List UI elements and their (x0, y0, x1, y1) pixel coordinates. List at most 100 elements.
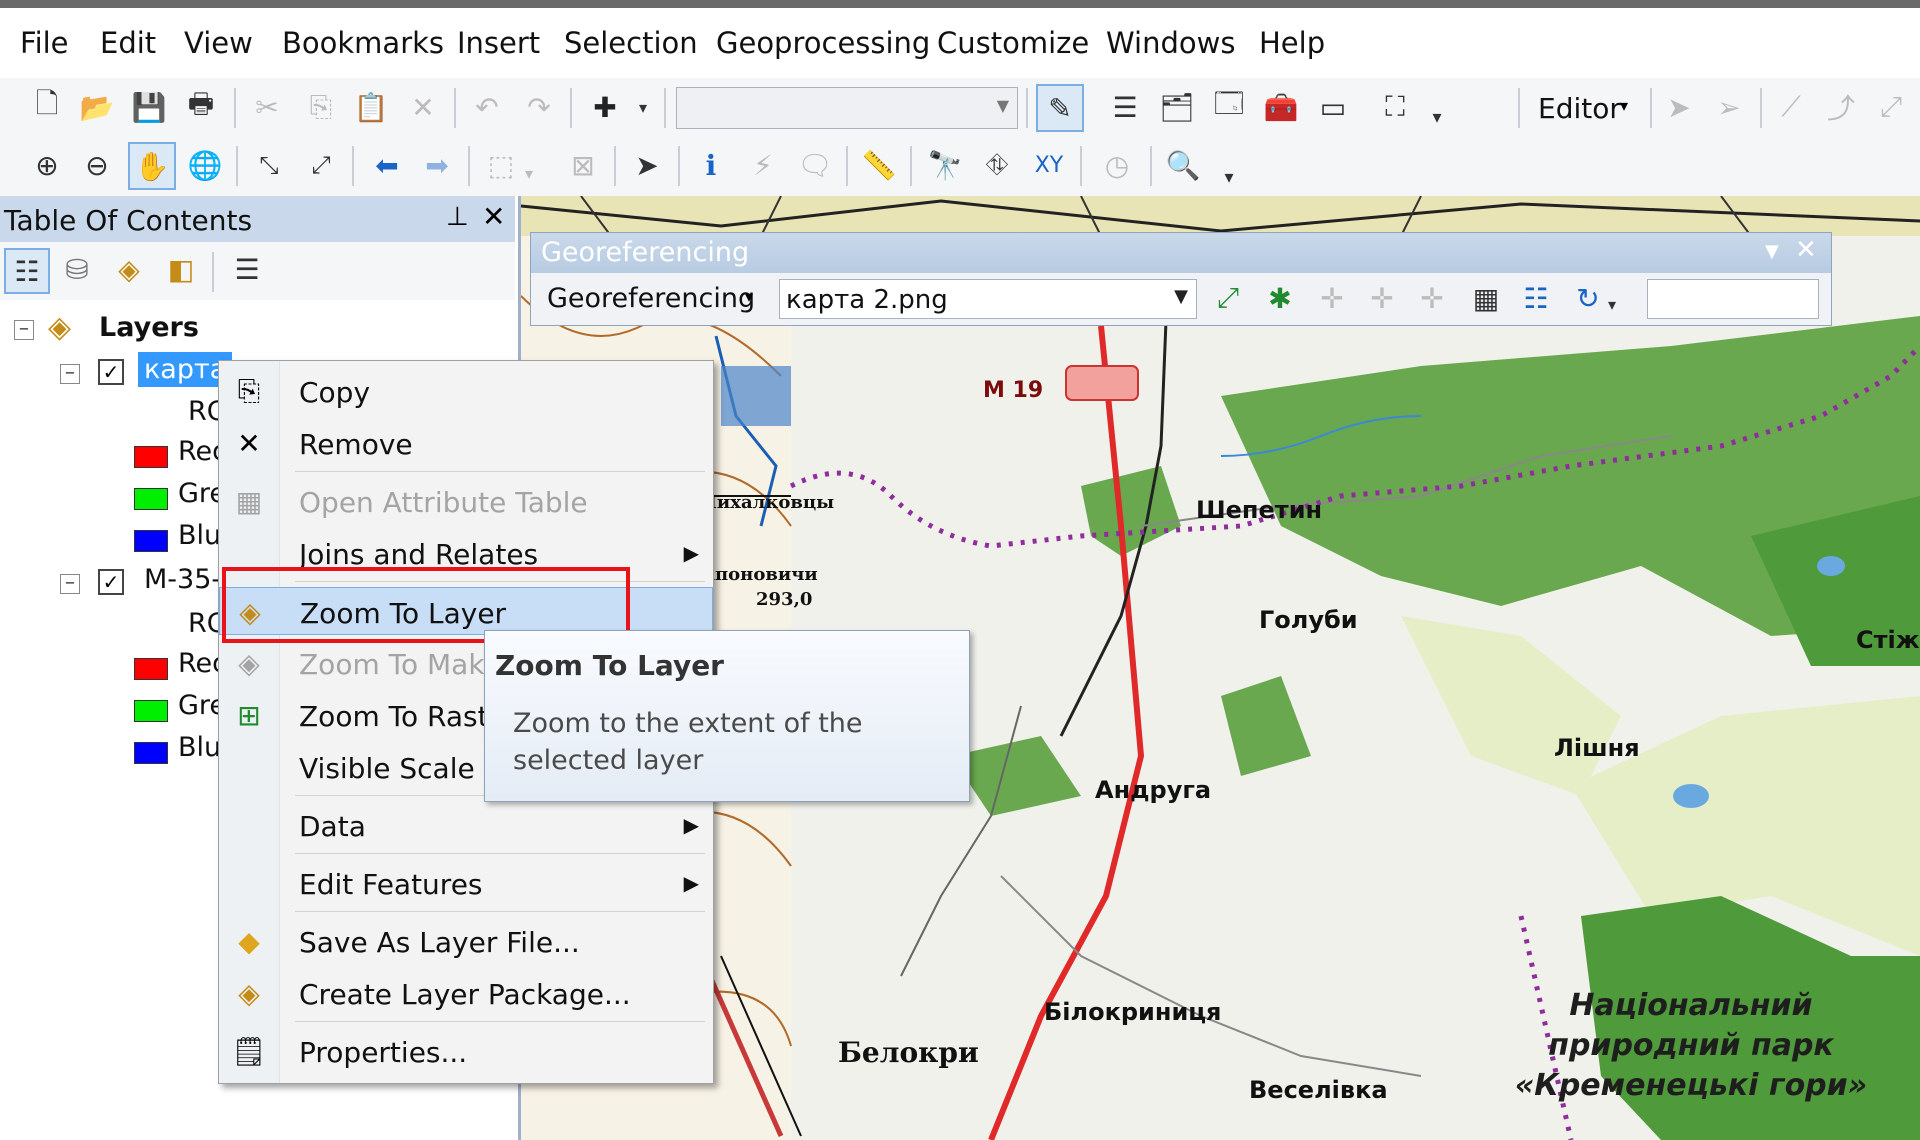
trace-icon[interactable]: ⤢ (1870, 86, 1912, 128)
open-folder-icon[interactable]: 📂 (76, 86, 118, 128)
find-binoculars-icon[interactable]: 🔭 (924, 144, 966, 186)
end-point-arc-icon[interactable]: ⤴ (1820, 86, 1862, 128)
forward-arrow-icon[interactable]: ➡ (416, 144, 458, 186)
layer-visibility-checkbox[interactable]: ✓ (98, 359, 124, 385)
chevron-down-icon[interactable]: ▾ (518, 152, 540, 194)
georeferencing-menu[interactable]: Georeferencing (547, 283, 755, 314)
python-window-icon[interactable]: ▭ (1312, 86, 1354, 128)
menu-view[interactable]: View (184, 26, 253, 60)
copy-icon[interactable]: ⎘ (300, 86, 342, 128)
editor-menu[interactable]: Editor (1538, 92, 1621, 125)
menu-selection[interactable]: Selection (564, 26, 698, 60)
viewer-icon[interactable]: ▦ (1465, 277, 1507, 319)
menu-help[interactable]: Help (1259, 26, 1325, 60)
time-slider-icon[interactable]: ◷ (1096, 144, 1138, 186)
back-arrow-icon[interactable]: ⬅ (366, 144, 408, 186)
toc-window-icon[interactable]: ☰ (1104, 86, 1146, 128)
menu-windows[interactable]: Windows (1106, 26, 1235, 60)
collapse-icon[interactable]: − (14, 320, 34, 340)
pin-icon[interactable]: ⊥ (446, 202, 469, 232)
menu-geoprocessing[interactable]: Geoprocessing (716, 26, 930, 60)
hyperlink-icon[interactable]: ⚡ (742, 144, 784, 186)
close-icon[interactable]: ✕ (1795, 235, 1817, 265)
georeferencing-rotate-input[interactable] (1647, 279, 1819, 319)
georeferencing-layer-select[interactable]: карта 2.png ▼ (779, 279, 1197, 319)
toolbar-options-icon[interactable]: ▼ (1765, 241, 1779, 262)
new-document-icon[interactable]: 🗋 (26, 86, 68, 128)
menu-item-save-as-layer-file[interactable]: ◆ Save As Layer File... (219, 917, 713, 965)
blue-band-swatch (134, 530, 168, 552)
menu-item-data[interactable]: Data ▶ (219, 801, 713, 849)
place-label-lishnia: Лішня (1554, 734, 1640, 762)
menu-item-edit-features[interactable]: Edit Features ▶ (219, 859, 713, 907)
toolbar-overflow-icon[interactable]: ▾ (1426, 96, 1448, 138)
select-features-icon[interactable]: ⬚ (480, 144, 522, 186)
search-window-icon[interactable]: 🗔 (1208, 86, 1250, 128)
list-by-selection-icon[interactable]: ◧ (160, 248, 202, 290)
annotation-edit-icon[interactable]: ➢ (1708, 86, 1750, 128)
blue-band-swatch (134, 742, 168, 764)
list-by-visibility-icon[interactable]: ◈ (108, 248, 150, 290)
catalog-icon[interactable]: 🗂 (1156, 86, 1198, 128)
toolbar-overflow-icon[interactable]: ▾ (1218, 156, 1240, 198)
zoom-out-icon[interactable]: ⊖ (76, 144, 118, 186)
identify-info-icon[interactable]: ℹ (690, 144, 732, 186)
delete-link-icon[interactable]: ✛ (1411, 277, 1453, 319)
redo-icon[interactable]: ↷ (518, 86, 560, 128)
menu-customize[interactable]: Customize (937, 26, 1089, 60)
view-link-table-icon[interactable]: ☷ (1515, 277, 1557, 319)
measure-icon[interactable]: 📏 (858, 144, 900, 186)
magnifier-window-icon[interactable]: 🔍 (1162, 144, 1204, 186)
select-elements-icon[interactable]: ➤ (626, 144, 668, 186)
layer-name[interactable]: M-35- (144, 564, 221, 595)
pan-hand-icon[interactable]: ✋ (128, 142, 176, 190)
menu-insert[interactable]: Insert (457, 26, 540, 60)
edit-tool-icon[interactable]: ➤ (1658, 86, 1700, 128)
save-icon[interactable]: 💾 (128, 86, 170, 128)
paste-icon[interactable]: 📋 (350, 86, 392, 128)
list-by-source-icon[interactable]: ⛁ (56, 248, 98, 290)
zoom-to-selected-link-icon[interactable]: ✛ (1361, 277, 1403, 319)
layer-visibility-checkbox[interactable]: ✓ (98, 569, 124, 595)
clear-selection-icon[interactable]: ⊠ (562, 144, 604, 186)
map-scale-combo[interactable]: ▼ (676, 87, 1018, 129)
add-control-points-icon[interactable]: ⤢ (1207, 277, 1249, 319)
arctoolbox-icon[interactable]: 🧰 (1260, 86, 1302, 128)
list-by-drawing-order-icon[interactable]: ☷ (4, 248, 50, 294)
menu-item-copy[interactable]: ⎘ Copy (219, 367, 713, 415)
find-route-icon[interactable]: ⛗ (976, 144, 1018, 186)
cut-icon[interactable]: ✂ (246, 86, 288, 128)
fixed-zoom-in-icon[interactable]: ⤡ (248, 144, 290, 186)
go-to-xy-icon[interactable]: XY (1028, 144, 1070, 186)
add-data-icon[interactable]: ✚ (584, 86, 626, 128)
model-builder-icon[interactable]: ⛶ (1374, 86, 1416, 128)
print-icon[interactable]: 🖶 (180, 86, 222, 128)
auto-registration-icon[interactable]: ✱ (1259, 277, 1301, 319)
close-icon[interactable]: ✕ (482, 200, 505, 233)
chevron-down-icon[interactable]: ▾ (1601, 283, 1623, 325)
editor-toolbar-icon[interactable]: ✎ (1036, 84, 1084, 132)
menu-item-properties[interactable]: 🗒 Properties... (219, 1027, 713, 1075)
window-top-edge (0, 0, 1920, 8)
menu-item-create-layer-package[interactable]: ◈ Create Layer Package... (219, 969, 713, 1017)
toc-options-icon[interactable]: ☰ (226, 248, 268, 290)
menu-item-open-attribute-table[interactable]: ▦ Open Attribute Table (219, 477, 713, 525)
chevron-down-icon[interactable]: ▾ (622, 86, 664, 128)
full-extent-globe-icon[interactable]: 🌐 (184, 144, 226, 186)
straight-segment-icon[interactable]: ⟋ (1770, 86, 1812, 128)
html-popup-icon[interactable]: 🗨 (794, 144, 836, 186)
undo-icon[interactable]: ↶ (466, 86, 508, 128)
layers-root-label[interactable]: Layers (99, 312, 199, 343)
menu-bookmarks[interactable]: Bookmarks (282, 26, 444, 60)
menu-item-remove[interactable]: ✕ Remove (219, 419, 713, 467)
menu-file[interactable]: File (20, 26, 69, 60)
georeferencing-toolbar-titlebar[interactable]: Georeferencing ▼ ✕ (531, 233, 1831, 273)
georeferencing-toolbar: Georeferencing ▼ ✕ Georeferencing ▾ карт… (530, 232, 1832, 326)
select-link-icon[interactable]: ✛ (1311, 277, 1353, 319)
collapse-icon[interactable]: − (60, 574, 80, 594)
delete-icon[interactable]: ✕ (402, 86, 444, 128)
fixed-zoom-out-icon[interactable]: ⤢ (300, 144, 342, 186)
zoom-in-icon[interactable]: ⊕ (26, 144, 68, 186)
menu-edit[interactable]: Edit (100, 26, 156, 60)
collapse-icon[interactable]: − (60, 364, 80, 384)
